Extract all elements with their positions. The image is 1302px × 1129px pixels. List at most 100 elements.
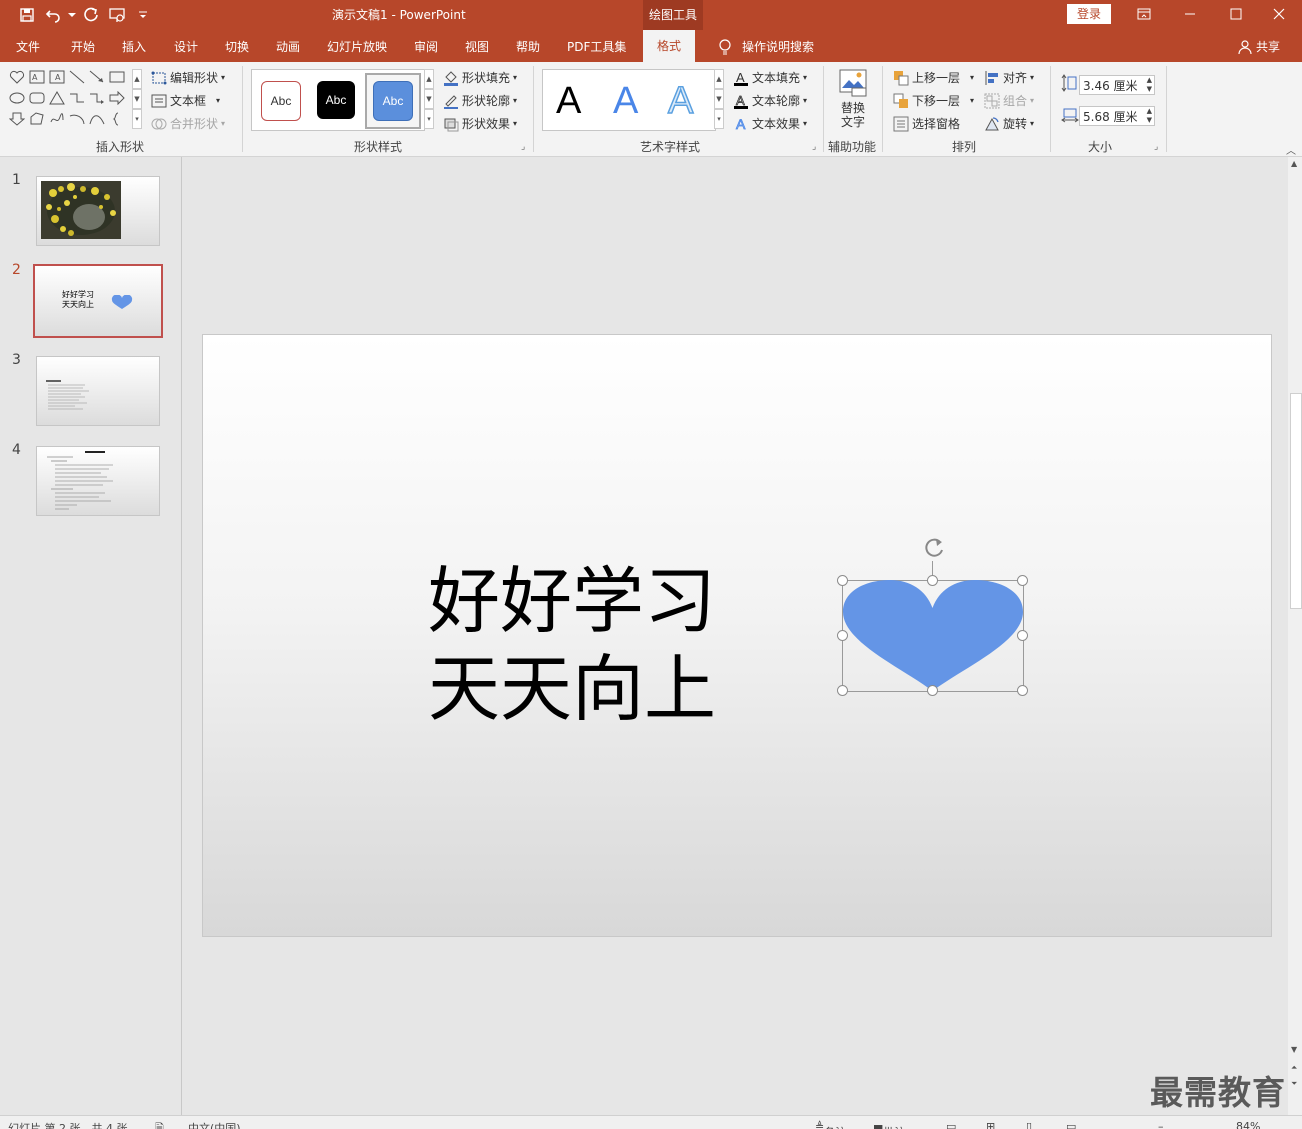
rectangle-shape-icon[interactable]	[108, 68, 126, 86]
minimize-icon[interactable]	[1167, 0, 1213, 28]
current-slide[interactable]: 好好学习 天天向上	[202, 334, 1272, 937]
start-from-beginning-icon[interactable]	[104, 4, 130, 26]
shape-width-spinner[interactable]: ▲ ▼	[1147, 107, 1152, 125]
wordart-styles-scroll[interactable]: ▲ ▼ ▾	[714, 69, 724, 129]
close-icon[interactable]	[1256, 0, 1302, 28]
resize-handle-bottom-right[interactable]	[1017, 685, 1028, 696]
selection-pane-button[interactable]: 选择窗格	[893, 115, 960, 132]
alt-text-button[interactable]: 替换 文字	[835, 68, 871, 129]
line-shape-icon[interactable]	[68, 68, 86, 86]
tab-design[interactable]: 设计	[174, 38, 198, 55]
text-box-button[interactable]: 文本框 ▾	[151, 92, 220, 109]
heart-shape-icon[interactable]	[8, 68, 26, 86]
maximize-icon[interactable]	[1213, 0, 1259, 28]
rotate-handle-icon[interactable]	[919, 533, 949, 563]
slide-title-text[interactable]: 好好学习 天天向上	[428, 557, 716, 733]
slide-thumbnail-3[interactable]	[36, 356, 160, 426]
vertical-scrollbar[interactable]: ▲ ▼ ⏶ ⏷	[1288, 157, 1302, 1115]
tab-insert[interactable]: 插入	[122, 38, 146, 55]
slide-thumbnail-1[interactable]	[36, 176, 160, 246]
resize-handle-bottom[interactable]	[927, 685, 938, 696]
login-button[interactable]: 登录	[1067, 4, 1111, 24]
triangle-shape-icon[interactable]	[48, 89, 66, 107]
undo-dropdown-icon[interactable]	[66, 4, 78, 26]
arrow-line-shape-icon[interactable]	[88, 68, 106, 86]
slide-thumbnail-2[interactable]: 好好学习 天天向上	[33, 264, 163, 338]
elbow-arrow-connector-icon[interactable]	[88, 89, 106, 107]
redo-icon[interactable]	[78, 4, 104, 26]
resize-handle-top-right[interactable]	[1017, 575, 1028, 586]
oval-shape-icon[interactable]	[8, 89, 26, 107]
slide-thumbnail-4[interactable]	[36, 446, 160, 516]
tab-slideshow[interactable]: 幻灯片放映	[327, 38, 387, 55]
rounded-rectangle-shape-icon[interactable]	[28, 89, 46, 107]
wordart-dialog-launcher-icon[interactable]: ⌟	[812, 142, 816, 152]
tab-view[interactable]: 视图	[465, 38, 489, 55]
arc-shape-icon[interactable]	[68, 110, 86, 128]
tab-home[interactable]: 开始	[71, 38, 95, 55]
merge-shapes-button[interactable]: 合并形状 ▾	[151, 115, 225, 132]
collapse-ribbon-icon[interactable]: ︿	[1286, 142, 1296, 157]
bring-forward-button[interactable]: 上移一层 ▾	[893, 69, 974, 86]
shape-height-input[interactable]: 3.46 厘米 ▲ ▼	[1079, 75, 1155, 95]
heart-shape[interactable]	[842, 580, 1024, 692]
share-button[interactable]: 共享	[1238, 38, 1280, 55]
tab-format[interactable]: 格式	[643, 30, 696, 62]
down-arrow-shape-icon[interactable]	[8, 110, 26, 128]
tell-me-search[interactable]: 操作说明搜索	[718, 38, 814, 55]
wordart-outline-style[interactable]: A	[667, 79, 694, 123]
customize-qat-icon[interactable]	[130, 4, 156, 26]
shape-outline-button[interactable]: 形状轮廓 ▾	[443, 92, 517, 109]
tab-help[interactable]: 帮助	[516, 38, 540, 55]
shape-style-blue-fill[interactable]: Abc	[373, 81, 413, 121]
tab-review[interactable]: 审阅	[414, 38, 438, 55]
shape-width-input[interactable]: 5.68 厘米 ▲ ▼	[1079, 106, 1155, 126]
wordart-black-style[interactable]: A	[556, 80, 581, 123]
group-button[interactable]: 组合 ▾	[984, 92, 1034, 109]
send-backward-button[interactable]: 下移一层 ▾	[893, 92, 974, 109]
wordart-blue-style[interactable]: A	[613, 80, 638, 123]
scrollbar-thumb[interactable]	[1290, 393, 1302, 609]
shape-style-black-fill[interactable]: Abc	[317, 81, 355, 119]
rotate-button[interactable]: 旋转 ▾	[984, 115, 1034, 132]
resize-handle-bottom-left[interactable]	[837, 685, 848, 696]
right-arrow-shape-icon[interactable]	[108, 89, 126, 107]
edit-shape-button[interactable]: 编辑形状 ▾	[151, 69, 225, 86]
shape-height-spinner[interactable]: ▲ ▼	[1147, 76, 1152, 94]
save-icon[interactable]	[14, 4, 40, 26]
align-button[interactable]: 对齐 ▾	[984, 69, 1034, 86]
scroll-down-icon[interactable]: ▼	[1291, 1045, 1297, 1054]
next-slide-icon[interactable]: ⏷	[1291, 1079, 1297, 1089]
elbow-connector-icon[interactable]	[68, 89, 86, 107]
size-dialog-launcher-icon[interactable]: ⌟	[1154, 142, 1158, 152]
resize-handle-left[interactable]	[837, 630, 848, 641]
ribbon-display-options-icon[interactable]	[1121, 0, 1167, 28]
shape-effects-button[interactable]: 形状效果 ▾	[443, 115, 517, 132]
text-box-shape-icon[interactable]: A	[28, 68, 46, 86]
previous-slide-icon[interactable]: ⏶	[1291, 1063, 1297, 1073]
tab-transitions[interactable]: 切换	[225, 38, 249, 55]
tab-pdf-tools[interactable]: PDF工具集	[567, 38, 626, 55]
shape-styles-scroll[interactable]: ▲ ▼ ▾	[424, 69, 434, 129]
shape-fill-button[interactable]: 形状填充 ▾	[443, 69, 517, 86]
tab-animations[interactable]: 动画	[276, 38, 300, 55]
resize-handle-top-left[interactable]	[837, 575, 848, 586]
scribble-shape-icon[interactable]	[48, 110, 66, 128]
brace-shape-icon[interactable]	[108, 110, 126, 128]
shape-style-outline-red[interactable]: Abc	[261, 81, 301, 121]
text-fill-button[interactable]: A 文本填充 ▾	[733, 69, 807, 86]
curve-shape-icon[interactable]	[88, 110, 106, 128]
watermark-logo: 最需教育	[1150, 1073, 1286, 1112]
tab-file[interactable]: 文件	[16, 38, 40, 55]
resize-handle-top[interactable]	[927, 575, 938, 586]
text-outline-button[interactable]: A 文本轮廓 ▾	[733, 92, 807, 109]
shape-styles-dialog-launcher-icon[interactable]: ⌟	[521, 142, 525, 152]
svg-text:A: A	[736, 70, 745, 85]
shapes-gallery-scroll[interactable]: ▲ ▼ ▾	[132, 69, 142, 129]
text-effects-button[interactable]: A 文本效果 ▾	[733, 115, 807, 132]
freeform-shape-icon[interactable]	[28, 110, 46, 128]
resize-handle-right[interactable]	[1017, 630, 1028, 641]
undo-icon[interactable]	[40, 4, 66, 26]
vertical-text-box-icon[interactable]: A	[48, 68, 66, 86]
scroll-up-icon[interactable]: ▲	[1291, 159, 1297, 168]
